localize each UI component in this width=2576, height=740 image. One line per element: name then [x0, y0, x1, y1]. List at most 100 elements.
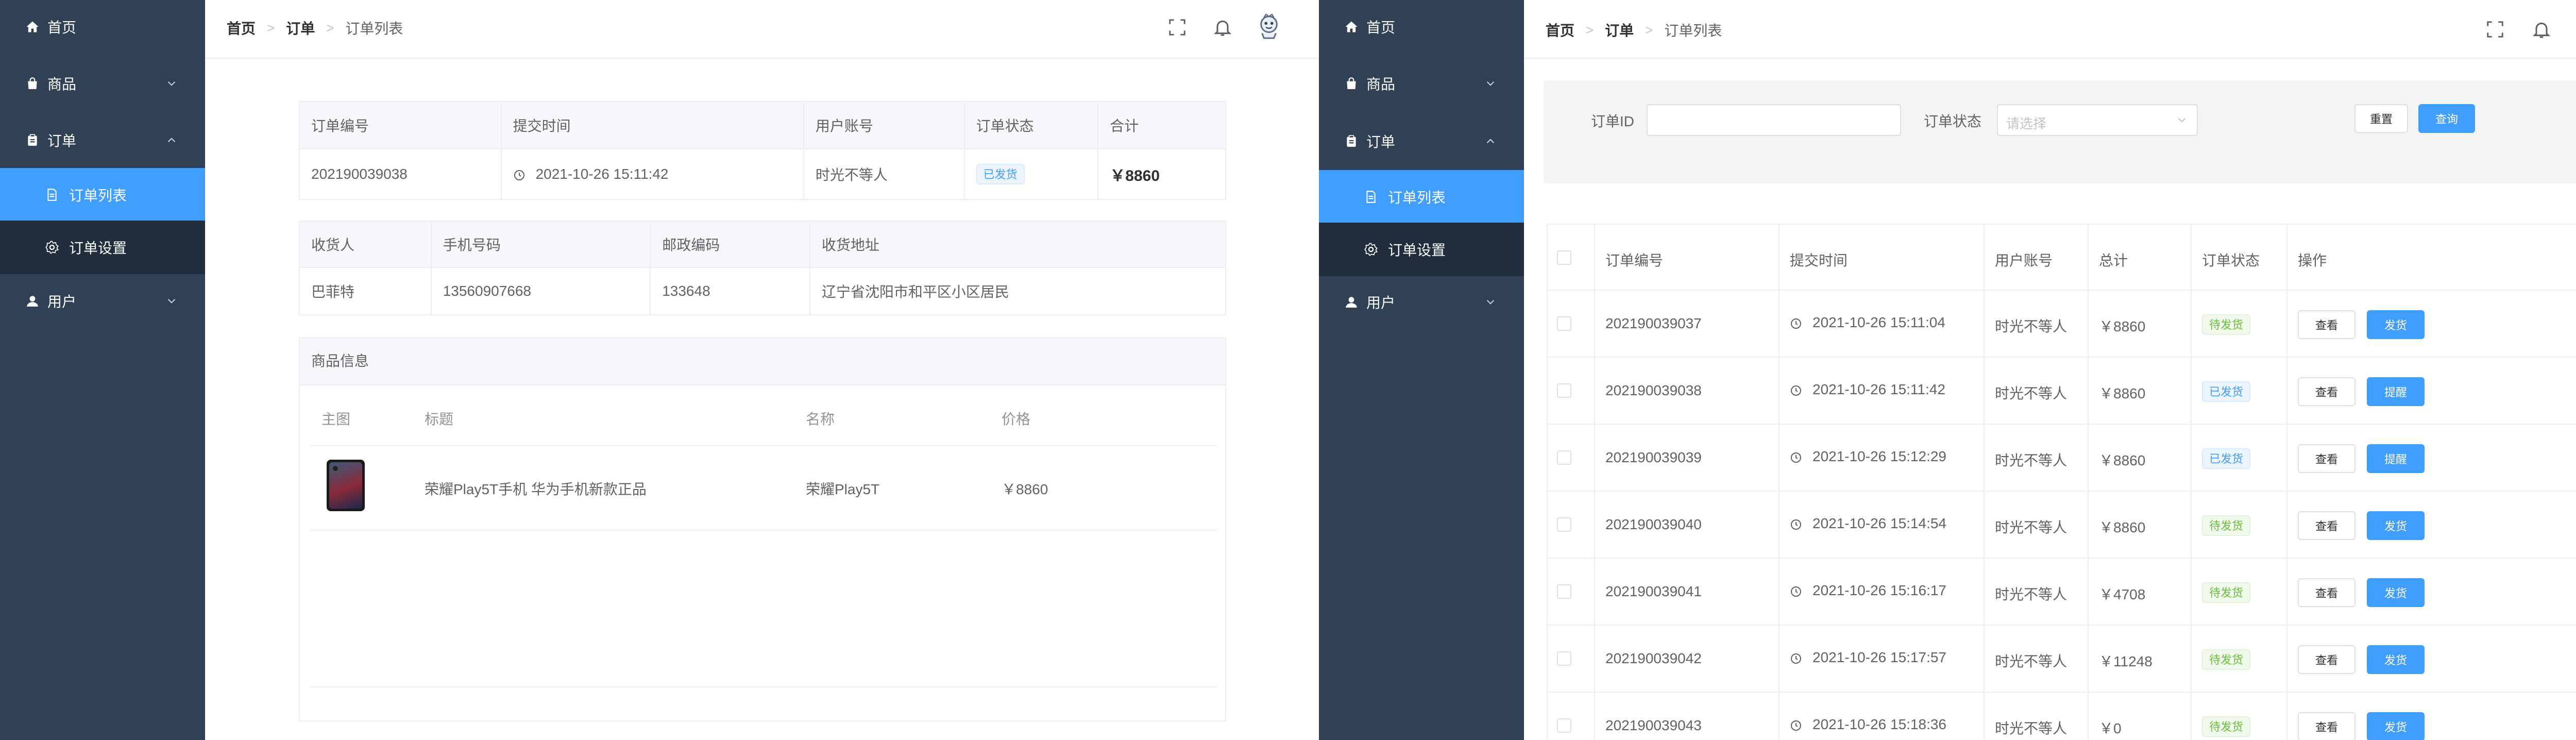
sidebar-item-order-settings[interactable]: 订单设置 [0, 221, 205, 274]
column-header: 收货人 [299, 221, 432, 268]
sidebar-item-home[interactable]: 首页 [0, 0, 205, 54]
clock-icon [1791, 653, 1801, 664]
action-button[interactable]: 提醒 [2367, 444, 2425, 473]
navbar: 首页 > 订单 > 订单列表 [1524, 0, 2576, 59]
select-all-checkbox[interactable] [1557, 250, 1571, 265]
view-button[interactable]: 查看 [2298, 578, 2355, 607]
order-id-label: 订单ID [1591, 113, 1635, 129]
order-total: ￥8860 [1097, 148, 1226, 200]
column-header: 用户账号 [1995, 253, 2053, 268]
view-button[interactable]: 查看 [2298, 444, 2355, 473]
home-icon [25, 19, 40, 35]
view-button[interactable]: 查看 [2298, 511, 2355, 540]
goods-panel-title: 商品信息 [300, 338, 1225, 385]
column-header: 标题 [425, 411, 454, 427]
sidebar-item-label: 订单列表 [69, 188, 127, 204]
order-status: 已发货 [963, 148, 1099, 200]
chevron-down-icon [2175, 113, 2189, 127]
view-button[interactable]: 查看 [2298, 712, 2355, 740]
search-button[interactable]: 查询 [2418, 104, 2475, 133]
breadcrumb-current: 订单列表 [345, 21, 403, 37]
table-header: 订单编号 提交时间 用户账号 总计 订单状态 操作 [1548, 225, 2576, 291]
breadcrumb-order[interactable]: 订单 [286, 18, 315, 38]
breadcrumb-separator: > [326, 20, 334, 36]
sidebar-item-home[interactable]: 首页 [1319, 0, 1524, 54]
sidebar-item-label: 商品 [47, 76, 77, 92]
column-header: 提交时间 [500, 101, 804, 149]
sidebar-item-user[interactable]: 用户 [1319, 275, 1524, 329]
breadcrumb-current: 订单列表 [1664, 23, 1722, 39]
sidebar-item-order-list[interactable]: 订单列表 [0, 168, 205, 222]
column-header: 手机号码 [430, 221, 651, 268]
order-detail-app: 首页 商品 订单 订单列表 订单设置 用户 首页 > 订单 > 订单列表 订单编… [0, 0, 1319, 740]
table-row: 202190039042 2021-10-26 15:17:57 时光不等人 ￥… [1548, 626, 2576, 693]
product-image [327, 460, 365, 511]
column-header: 总计 [2099, 253, 2128, 268]
navbar: 首页 > 订单 > 订单列表 [205, 0, 1319, 59]
breadcrumb-order[interactable]: 订单 [1605, 20, 1634, 40]
breadcrumb-separator: > [1645, 22, 1653, 38]
sidebar-item-goods[interactable]: 商品 [0, 57, 205, 110]
clipboard-icon [1344, 133, 1359, 149]
action-button[interactable]: 提醒 [2367, 377, 2425, 406]
clock-icon [1791, 318, 1801, 329]
column-header: 收货地址 [809, 221, 1227, 268]
row-checkbox[interactable] [1557, 383, 1571, 398]
user-account: 时光不等人 [1995, 385, 2067, 401]
sidebar-item-order-settings[interactable]: 订单设置 [1319, 223, 1524, 276]
action-button[interactable]: 发货 [2367, 511, 2425, 540]
sidebar-item-user[interactable]: 用户 [0, 274, 205, 328]
action-button[interactable]: 发货 [2367, 578, 2425, 607]
chevron-down-icon [1484, 77, 1497, 90]
fullscreen-icon[interactable] [2482, 16, 2508, 42]
user-account: 时光不等人 [1995, 653, 2067, 669]
breadcrumb-home[interactable]: 首页 [1546, 20, 1574, 40]
table-row: 荣耀Play5T手机 华为手机新款正品 荣耀Play5T ￥8860 [310, 446, 1217, 531]
column-header: 用户账号 [803, 101, 965, 149]
sidebar-item-order[interactable]: 订单 [0, 113, 205, 167]
order-id-input[interactable] [1647, 104, 1901, 136]
status-badge: 已发货 [2202, 381, 2251, 402]
view-button[interactable]: 查看 [2298, 310, 2355, 339]
breadcrumb-separator: > [267, 20, 275, 36]
bell-icon[interactable] [1210, 14, 1235, 40]
order-total: ￥8860 [2099, 318, 2146, 334]
row-checkbox[interactable] [1557, 718, 1571, 733]
view-button[interactable]: 查看 [2298, 645, 2355, 674]
row-checkbox[interactable] [1557, 651, 1571, 666]
breadcrumb-home[interactable]: 首页 [227, 18, 256, 38]
row-checkbox[interactable] [1557, 584, 1571, 599]
gear-icon [44, 240, 60, 255]
sidebar-item-order-list[interactable]: 订单列表 [1319, 170, 1524, 224]
action-button[interactable]: 发货 [2367, 645, 2425, 674]
fullscreen-icon[interactable] [1164, 14, 1190, 40]
row-checkbox[interactable] [1557, 517, 1571, 532]
submit-time: 2021-10-26 15:11:42 [500, 148, 804, 200]
product-title: 荣耀Play5T手机 华为手机新款正品 [425, 481, 647, 497]
action-button[interactable]: 发货 [2367, 310, 2425, 339]
receiver-postcode: 133648 [650, 267, 810, 315]
bag-icon [1344, 76, 1359, 91]
table-row: 202190039038 2021-10-26 15:11:42 时光不等人 ￥… [1548, 358, 2576, 425]
sidebar-item-label: 首页 [1366, 20, 1396, 36]
row-checkbox[interactable] [1557, 450, 1571, 465]
sidebar-item-goods[interactable]: 商品 [1319, 57, 1524, 110]
bell-icon[interactable] [2529, 16, 2554, 42]
submit-time: 2021-10-26 15:18:36 [1790, 716, 1946, 733]
action-button[interactable]: 发货 [2367, 712, 2425, 740]
order-list-app: 首页 商品 订单 订单列表 订单设置 用户 首页 > 订单 > 订单列表 订单I… [1319, 0, 2576, 740]
status-badge: 待发货 [2202, 649, 2251, 670]
column-header: 主图 [321, 411, 351, 427]
avatar[interactable] [1256, 13, 1282, 39]
clock-icon [1791, 586, 1801, 597]
breadcrumb: 首页 > 订单 > 订单列表 [227, 18, 403, 38]
view-button[interactable]: 查看 [2298, 377, 2355, 406]
reset-button[interactable]: 重置 [2354, 104, 2408, 133]
order-total: ￥8860 [2099, 385, 2146, 401]
sidebar-item-order[interactable]: 订单 [1319, 114, 1524, 168]
status-select[interactable]: 请选择 [1997, 104, 2198, 136]
sidebar: 首页 商品 订单 订单列表 订单设置 用户 [0, 0, 205, 740]
sidebar-item-label: 首页 [47, 20, 77, 36]
row-checkbox[interactable] [1557, 316, 1571, 331]
order-number: 202190039038 [299, 148, 502, 200]
